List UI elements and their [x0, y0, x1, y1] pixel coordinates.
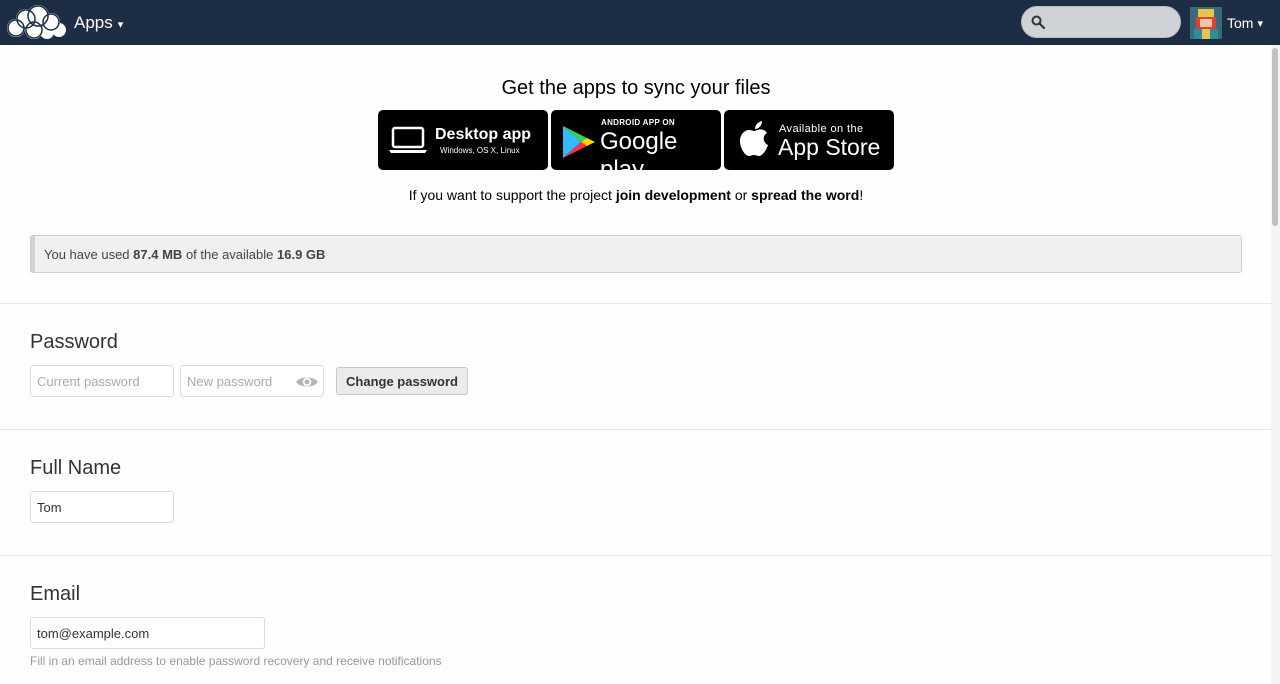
email-hint: Fill in an email address to enable passw…	[30, 654, 442, 668]
google-play-badge[interactable]: ANDROID APP ON Google play	[551, 110, 721, 170]
join-development-link[interactable]: join development	[616, 187, 731, 203]
full-name-section-title: Full Name	[30, 457, 122, 479]
search-input[interactable]	[1048, 7, 1176, 37]
avatar[interactable]	[1190, 7, 1222, 39]
apps-title: Get the apps to sync your files	[501, 77, 771, 99]
google-play-label: Google play	[600, 128, 678, 170]
email-section-title: Email	[30, 583, 81, 605]
quota-total: 16.9 GB	[277, 247, 326, 262]
desktop-app-platforms: Windows, OS X, Linux	[440, 146, 520, 155]
support-suffix: !	[859, 187, 864, 203]
scrollbar-thumb[interactable]	[1272, 48, 1278, 226]
change-password-button[interactable]: Change password	[336, 367, 468, 395]
quota-prefix: You have used	[44, 247, 130, 262]
spread-the-word-link[interactable]: spread the word	[751, 187, 859, 203]
search-icon	[1031, 15, 1045, 29]
desktop-app-label: Desktop app	[435, 126, 532, 143]
section-divider	[0, 303, 1272, 304]
quota-usage-bar	[31, 236, 35, 272]
email-input[interactable]	[30, 617, 265, 649]
google-play-top-label: ANDROID APP ON	[601, 118, 675, 127]
quota-box: You have used 87.4 MB of the available 1…	[30, 235, 1242, 273]
password-section-title: Password	[30, 331, 118, 353]
apps-menu[interactable]: Apps ▾	[74, 13, 123, 33]
apple-icon	[740, 121, 768, 156]
desktop-app-badge[interactable]: Desktop app Windows, OS X, Linux	[378, 110, 548, 170]
top-header: Apps ▾ Tom ▾	[0, 0, 1280, 45]
app-store-badge[interactable]: Available on the App Store	[724, 110, 894, 170]
chevron-down-icon: ▾	[1257, 18, 1263, 30]
support-middle: or	[734, 187, 748, 203]
user-name: Tom	[1227, 15, 1254, 31]
section-divider	[0, 429, 1272, 430]
apps-menu-label: Apps	[74, 13, 113, 32]
laptop-icon	[389, 126, 427, 153]
owncloud-logo[interactable]	[4, 4, 68, 40]
google-play-icon	[563, 126, 595, 158]
quota-text: You have used 87.4 MB of the available 1…	[44, 247, 325, 262]
app-store-label: App Store	[778, 134, 881, 160]
chevron-down-icon: ▾	[117, 18, 124, 31]
search-box[interactable]	[1021, 6, 1181, 38]
user-menu[interactable]: Tom ▾	[1227, 15, 1263, 31]
section-divider	[0, 555, 1272, 556]
quota-used: 87.4 MB	[133, 247, 183, 262]
support-prefix: If you want to support the project	[408, 187, 612, 203]
quota-middle: of the available	[185, 247, 274, 262]
current-password-input[interactable]	[30, 365, 174, 397]
support-text: If you want to support the project join …	[0, 187, 1272, 203]
full-name-input[interactable]	[30, 491, 174, 523]
show-password-icon[interactable]	[295, 374, 319, 390]
